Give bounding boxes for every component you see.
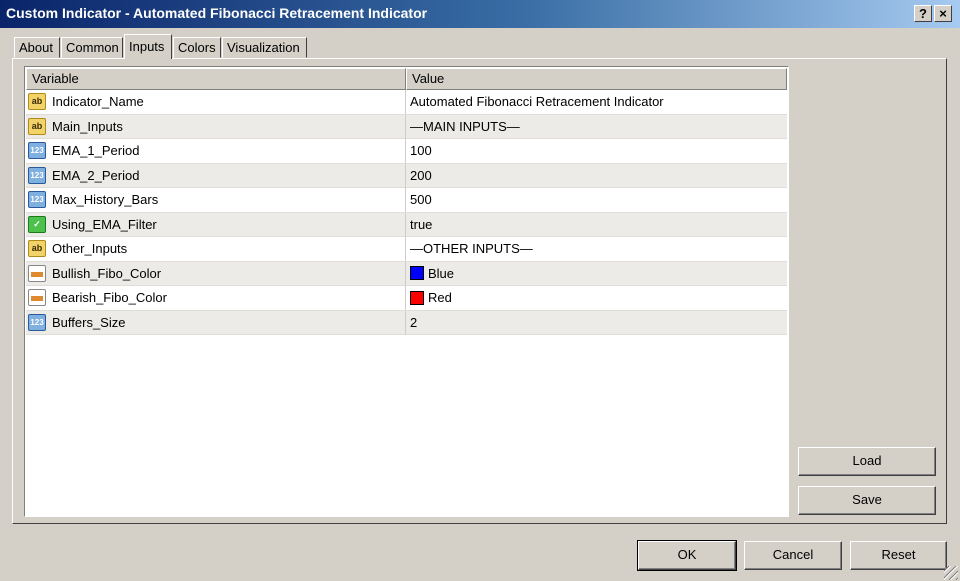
variable-name: Using_EMA_Filter [52, 216, 157, 232]
value-cell[interactable]: 100 [410, 139, 780, 163]
color-type-icon [28, 289, 46, 306]
save-button[interactable]: Save [798, 486, 936, 515]
help-button[interactable]: ? [914, 5, 932, 22]
variable-name: EMA_1_Period [52, 143, 140, 158]
integer-type-icon: 123 [28, 313, 46, 331]
grid-header: Variable Value [26, 68, 787, 90]
color-value: Blue [428, 265, 455, 281]
tab-visualization[interactable]: Visualization [222, 37, 307, 58]
tab-inputs[interactable]: Inputs [124, 34, 172, 59]
color-swatch [410, 266, 424, 281]
variable-name: Indicator_Name [52, 94, 144, 109]
value-cell[interactable]: Automated Fibonacci Retracement Indicato… [410, 90, 780, 114]
color-value: Red [428, 290, 452, 305]
variable-cell: Bullish_Fibo_Color [26, 261, 406, 286]
variable-cell: ab Indicator_Name [26, 90, 406, 114]
variable-name: Max_History_Bars [52, 192, 159, 207]
variable-name: Main_Inputs [52, 118, 123, 134]
variable-cell: Bearish_Fibo_Color [26, 286, 406, 310]
value-cell[interactable]: Red [410, 286, 780, 310]
string-type-icon: ab [28, 240, 46, 257]
reset-button[interactable]: Reset [850, 541, 947, 570]
column-header-variable[interactable]: Variable [26, 68, 406, 90]
value-cell[interactable]: 200 [410, 164, 780, 188]
string-type-icon: ab [28, 117, 46, 135]
variable-cell: 123 EMA_1_Period [26, 139, 406, 163]
grid-body: ab Indicator_Name Automated Fibonacci Re… [26, 90, 787, 335]
variable-name: EMA_2_Period [52, 167, 140, 183]
variable-cell: 123 Max_History_Bars [26, 188, 406, 212]
string-type-icon: ab [28, 93, 46, 110]
tab-about[interactable]: About [14, 37, 60, 58]
inputs-grid: Variable Value ab Indicator_Name Automat… [24, 66, 789, 517]
integer-type-icon: 123 [28, 191, 46, 208]
table-row[interactable]: ab Main_Inputs —MAIN INPUTS— [26, 114, 787, 139]
table-row[interactable]: ab Other_Inputs —OTHER INPUTS— [26, 237, 787, 262]
variable-cell: ✓ Using_EMA_Filter [26, 212, 406, 237]
boolean-check-icon: ✓ [28, 215, 46, 233]
table-row[interactable]: ✓ Using_EMA_Filter true [26, 212, 787, 237]
variable-name: Buffers_Size [52, 314, 126, 330]
window-title: Custom Indicator - Automated Fibonacci R… [6, 5, 428, 21]
cancel-button[interactable]: Cancel [744, 541, 842, 570]
value-cell[interactable]: true [410, 213, 780, 237]
variable-cell: ab Main_Inputs [26, 114, 406, 139]
color-swatch [410, 290, 424, 305]
variable-name: Bullish_Fibo_Color [52, 265, 162, 281]
tab-colors[interactable]: Colors [173, 37, 221, 58]
variable-cell: ab Other_Inputs [26, 237, 406, 261]
table-row[interactable]: Bullish_Fibo_Color Blue [26, 261, 787, 286]
variable-cell: 123 Buffers_Size [26, 310, 406, 335]
column-header-value[interactable]: Value [406, 68, 787, 90]
ok-button[interactable]: OK [637, 540, 737, 571]
integer-type-icon: 123 [28, 166, 46, 184]
resize-grip-icon[interactable] [944, 566, 958, 580]
table-row[interactable]: ab Indicator_Name Automated Fibonacci Re… [26, 90, 787, 115]
table-row[interactable]: 123 Buffers_Size 2 [26, 310, 787, 335]
title-bar: Custom Indicator - Automated Fibonacci R… [0, 0, 960, 28]
close-button[interactable]: × [934, 5, 952, 22]
value-cell[interactable]: 2 [410, 311, 780, 335]
variable-name: Bearish_Fibo_Color [52, 290, 167, 305]
load-button[interactable]: Load [798, 447, 936, 476]
variable-cell: 123 EMA_2_Period [26, 163, 406, 188]
color-type-icon [28, 264, 46, 282]
table-row[interactable]: 123 EMA_1_Period 100 [26, 139, 787, 164]
tab-common[interactable]: Common [61, 37, 123, 58]
value-cell[interactable]: 500 [410, 188, 780, 212]
table-row[interactable]: 123 EMA_2_Period 200 [26, 163, 787, 188]
integer-type-icon: 123 [28, 142, 46, 159]
table-row[interactable]: 123 Max_History_Bars 500 [26, 188, 787, 213]
table-row[interactable]: Bearish_Fibo_Color Red [26, 286, 787, 311]
value-cell[interactable]: Blue [410, 262, 780, 286]
variable-name: Other_Inputs [52, 241, 128, 256]
value-cell[interactable]: —OTHER INPUTS— [410, 237, 780, 261]
value-cell[interactable]: —MAIN INPUTS— [410, 115, 780, 139]
